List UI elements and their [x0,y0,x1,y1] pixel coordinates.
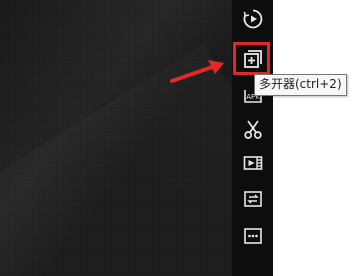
sync-icon [243,191,262,207]
video-button[interactable] [232,146,273,180]
sync-button[interactable] [232,182,273,216]
more-button[interactable] [232,219,273,253]
video-icon [243,156,262,170]
scissors-icon [243,120,262,139]
arrow-icon [170,60,224,83]
background-area [273,0,357,276]
screenshot-button[interactable] [232,112,273,146]
emulator-screen [0,0,232,276]
more-icon [243,228,262,244]
screen-record-icon [243,9,262,29]
tooltip: 多开器(ctrl+2) [254,74,347,96]
screen-record-button[interactable] [232,2,273,36]
highlight-box [233,42,270,75]
